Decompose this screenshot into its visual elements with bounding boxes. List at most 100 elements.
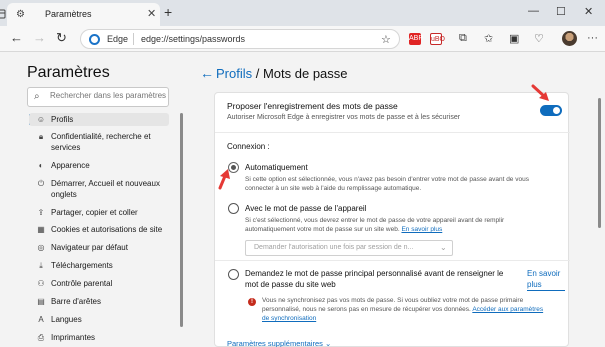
- maximize-icon[interactable]: ☐: [556, 5, 566, 18]
- favorite-add-icon[interactable]: ☆: [381, 33, 391, 46]
- divider: [215, 132, 570, 133]
- settings-search-input[interactable]: [50, 91, 166, 100]
- appearance-icon: ◐: [38, 161, 44, 170]
- option-device-password-text: Si c'est sélectionné, vous devrez entrer…: [245, 217, 505, 233]
- sidebar-item-parental[interactable]: ⚇ Contrôle parental: [29, 278, 169, 289]
- sidebar-icon: ▤: [37, 297, 45, 306]
- option-automatically-desc: Si cette option est sélectionnée, vous n…: [245, 176, 529, 192]
- sidebar-item-label: Démarrer, Accueil et nouveaux onglets: [51, 179, 160, 199]
- sidebar-item-label: Téléchargements: [51, 261, 113, 270]
- back-icon[interactable]: ←: [10, 31, 23, 45]
- minimize-icon[interactable]: —: [528, 5, 539, 17]
- breadcrumb-separator: /: [252, 66, 263, 81]
- close-tab-icon[interactable]: ✕: [147, 7, 156, 20]
- main-scrollbar[interactable]: [598, 98, 601, 228]
- chevron-down-icon: ⌄: [440, 243, 447, 252]
- refresh-icon[interactable]: ↻: [56, 31, 67, 45]
- page-title: Mots de passe: [262, 66, 348, 81]
- back-arrow-icon[interactable]: ←: [200, 65, 214, 81]
- browser-icon: ◎: [37, 243, 45, 252]
- sidebar-item-default-browser[interactable]: ◎ Navigateur par défaut: [29, 242, 169, 253]
- sidebar-item-cookies[interactable]: ▦ Cookies et autorisations de site: [29, 224, 169, 235]
- more-settings-label: Paramètres supplémentaires: [227, 339, 323, 347]
- download-icon: ⤓: [39, 261, 43, 270]
- option-device-password-desc: Si c'est sélectionné, vous devrez entrer…: [245, 216, 555, 234]
- sidebar-item-label: Partager, copier et coller: [51, 208, 138, 217]
- search-icon: ⌕: [34, 91, 40, 102]
- learn-more-link[interactable]: En savoir plus: [401, 226, 442, 233]
- address-brand: Edge: [107, 34, 129, 44]
- ublock-extension-icon[interactable]: uBO: [430, 33, 445, 45]
- workspaces-icon[interactable]: [0, 6, 6, 24]
- edge-logo-icon: [89, 34, 100, 45]
- offer-save-toggle[interactable]: [540, 105, 562, 116]
- cookie-icon: ▦: [37, 225, 45, 234]
- address-url[interactable]: edge://settings/passwords: [141, 34, 245, 44]
- sidebar-scrollbar[interactable]: [180, 113, 183, 327]
- auth-frequency-value: Demander l'autorisation une fois par ses…: [254, 244, 414, 251]
- sidebar-title: Paramètres: [27, 64, 110, 81]
- gear-icon: ⚙: [16, 9, 25, 20]
- sidebar-item-privacy[interactable]: 🔒︎ Confidentialité, recherche et service…: [29, 131, 169, 153]
- more-settings-link[interactable]: Paramètres supplémentaires ⌄: [227, 339, 331, 347]
- option-device-password-title: Avec le mot de passe de l'appareil: [245, 204, 367, 213]
- sidebar-item-label: Confidentialité, recherche et services: [51, 132, 151, 152]
- close-window-icon[interactable]: ✕: [584, 5, 593, 18]
- offer-save-subtitle: Autoriser Microsoft Edge à enregistrer v…: [227, 114, 461, 121]
- radio-device-password[interactable]: [228, 203, 239, 214]
- annotation-arrow-icon: [218, 169, 230, 190]
- sidebar-item-languages[interactable]: A Langues: [29, 314, 169, 325]
- sidebar-item-label: Navigateur par défaut: [51, 243, 128, 252]
- option-custom-password-title: Demandez le mot de passe principal perso…: [245, 269, 504, 289]
- sidebar-item-printers[interactable]: ⎙ Imprimantes: [29, 332, 169, 343]
- browser-toolbar: ← → ↻ Edge edge://settings/passwords ☆ A…: [0, 26, 605, 52]
- lock-icon: 🔒︎: [38, 132, 44, 141]
- printer-icon: ⎙: [37, 333, 45, 342]
- sync-warning: Vous ne synchronisez pas vos mots de pas…: [262, 296, 547, 323]
- family-icon: ⚇: [37, 279, 45, 288]
- tab-settings[interactable]: ⚙ Paramètres ✕: [7, 3, 160, 26]
- breadcrumb-profils-link[interactable]: Profils: [216, 66, 252, 81]
- settings-sidebar: Paramètres ⌕ ☺ Profils 🔒︎ Confidentialit…: [0, 53, 186, 347]
- warning-icon: !: [248, 298, 256, 306]
- auth-frequency-select[interactable]: Demander l'autorisation une fois par ses…: [245, 240, 453, 256]
- sidebar-item-downloads[interactable]: ⤓ Téléchargements: [29, 260, 169, 271]
- sidebar-item-appearance[interactable]: ◐ Apparence: [29, 160, 169, 171]
- language-icon: A: [38, 315, 44, 324]
- sidebar-item-label: Imprimantes: [51, 333, 96, 342]
- profile-avatar[interactable]: [562, 31, 577, 46]
- address-bar[interactable]: Edge edge://settings/passwords ☆: [80, 29, 400, 49]
- more-menu-icon[interactable]: ···: [587, 32, 598, 44]
- forward-icon[interactable]: →: [33, 31, 46, 45]
- sidebar-item-share[interactable]: ⇪ Partager, copier et coller: [29, 207, 169, 218]
- connexion-label: Connexion :: [227, 142, 270, 151]
- favorites-icon[interactable]: ✩: [484, 32, 493, 45]
- sidebar-item-profils[interactable]: ☺ Profils: [29, 113, 169, 126]
- share-icon: ⇪: [37, 208, 45, 217]
- divider: [215, 260, 570, 261]
- annotation-arrow-icon: [531, 84, 549, 101]
- chevron-down-icon: ⌄: [324, 339, 332, 347]
- sidebar-item-label: Profils: [51, 115, 74, 124]
- radio-custom-primary-password[interactable]: [228, 269, 239, 280]
- offer-save-title: Proposer l'enregistrement des mots de pa…: [227, 101, 398, 111]
- sidebar-item-label: Cookies et autorisations de site: [51, 225, 163, 234]
- adblock-extension-icon[interactable]: ABP: [409, 33, 423, 45]
- password-settings-card: Proposer l'enregistrement des mots de pa…: [214, 92, 570, 347]
- tab-strip: ⚙ Paramètres ✕ + — ☐ ✕: [0, 0, 605, 26]
- breadcrumb: Profils / Mots de passe: [216, 66, 348, 81]
- sidebar-item-start[interactable]: ⏻ Démarrer, Accueil et nouveaux onglets: [29, 178, 169, 200]
- power-icon: ⏻: [37, 179, 45, 188]
- settings-search[interactable]: ⌕: [27, 87, 169, 107]
- performance-icon[interactable]: ♡: [534, 32, 544, 45]
- tab-title: Paramètres: [45, 9, 92, 19]
- collections-icon[interactable]: ▣: [509, 32, 519, 45]
- new-tab-icon[interactable]: +: [164, 4, 172, 20]
- learn-more-link[interactable]: En savoir plus: [527, 268, 565, 291]
- option-automatically-title: Automatiquement: [245, 163, 308, 172]
- address-divider: [133, 33, 134, 45]
- person-icon: ☺: [36, 115, 46, 124]
- extensions-icon[interactable]: ⧉: [459, 32, 467, 45]
- sidebar-item-label: Barre d'arêtes: [51, 297, 101, 306]
- sidebar-item-edge-bar[interactable]: ▤ Barre d'arêtes: [29, 296, 169, 307]
